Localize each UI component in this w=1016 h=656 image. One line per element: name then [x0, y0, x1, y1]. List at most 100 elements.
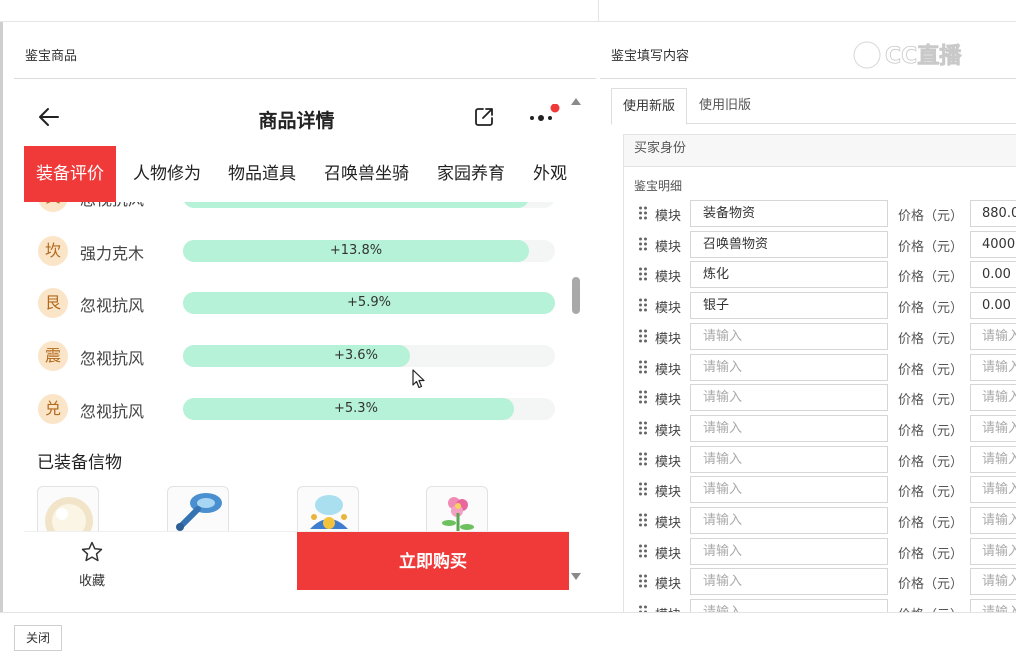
module-name-input[interactable]: 请输入 [690, 537, 888, 565]
stat-bar: +5.3% [183, 398, 555, 420]
drag-handle-icon[interactable] [638, 574, 648, 588]
right-panel-divider [600, 78, 1016, 79]
left-panel-divider [14, 78, 596, 79]
module-label: 模块 [655, 270, 682, 286]
scroll-up-arrow-icon[interactable] [571, 97, 581, 105]
top-strip [0, 0, 1016, 22]
trigram-badge: 兑 [38, 394, 68, 424]
module-row: 模块请输入价格（元）请输入 [624, 506, 1016, 537]
price-input[interactable]: 请输入 [970, 322, 1016, 350]
drag-handle-icon[interactable] [638, 329, 648, 343]
favorite-button[interactable]: 收藏 [60, 540, 124, 589]
pearl-item-icon[interactable] [37, 486, 99, 534]
drag-handle-icon[interactable] [638, 513, 648, 527]
tab-home[interactable]: 家园养育 [437, 146, 505, 202]
tab-appearance[interactable]: 外观 [533, 146, 567, 202]
price-label: 价格（元） [898, 209, 964, 224]
drag-handle-icon[interactable] [638, 544, 648, 558]
price-input[interactable]: 请输入 [970, 414, 1016, 442]
price-label: 价格（元） [898, 270, 964, 286]
drag-handle-icon[interactable] [638, 206, 648, 220]
module-name-input[interactable]: 银子 [690, 292, 888, 320]
drag-handle-icon[interactable] [638, 482, 648, 496]
module-label: 模块 [655, 546, 682, 562]
module-label: 模块 [655, 362, 682, 378]
equipped-items-title: 已装备信物 [37, 453, 122, 473]
bell-item-icon[interactable] [297, 486, 359, 534]
drag-handle-icon[interactable] [638, 452, 648, 466]
stat-row: 艮 忽视抗风 +5.9% [24, 284, 569, 324]
module-name-input[interactable]: 请输入 [690, 353, 888, 381]
share-icon[interactable] [472, 105, 496, 129]
drag-handle-icon[interactable] [638, 421, 648, 435]
top-strip-divider [598, 0, 599, 22]
drag-handle-icon[interactable] [638, 298, 648, 312]
price-input[interactable]: 请输入 [970, 353, 1016, 381]
buy-now-button[interactable]: 立即购买 [297, 532, 569, 590]
price-input[interactable]: 请输入 [970, 384, 1016, 412]
module-name-input[interactable]: 请输入 [690, 568, 888, 596]
drag-handle-icon[interactable] [638, 390, 648, 404]
module-name-input[interactable]: 请输入 [690, 322, 888, 350]
drag-handle-icon[interactable] [638, 237, 648, 251]
module-row: 模块请输入价格（元）请输入 [624, 353, 1016, 384]
stat-name: 忽视抗风 [80, 296, 145, 315]
tab-old-version[interactable]: 使用旧版 [688, 88, 762, 124]
price-input[interactable]: 4000.00 [970, 230, 1016, 258]
price-label: 价格（元） [898, 454, 964, 470]
flower-item-icon[interactable] [426, 486, 488, 534]
module-name-input[interactable]: 请输入 [690, 507, 888, 534]
module-name-input[interactable]: 请输入 [690, 384, 888, 412]
price-input[interactable]: 请输入 [970, 476, 1016, 504]
module-name-input[interactable]: 请输入 [690, 476, 888, 504]
module-row: 模块请输入价格（元）请输入 [624, 475, 1016, 506]
tab-items[interactable]: 物品道具 [228, 146, 296, 202]
price-input[interactable]: 请输入 [970, 537, 1016, 565]
drag-handle-icon[interactable] [638, 267, 648, 281]
appraisal-form: 买家身份 鉴宝明细 模块装备物资价格（元）880.00模块召唤兽物资价格（元）4… [623, 134, 1016, 614]
price-label: 价格（元） [898, 423, 964, 439]
left-panel-title: 鉴宝商品 [25, 49, 78, 64]
stat-value [183, 202, 529, 208]
tab-character-cultivation[interactable]: 人物修为 [133, 146, 201, 202]
dialog-footer: 关闭 [0, 612, 1016, 656]
purchase-bar: 收藏 立即购买 [24, 531, 569, 590]
module-label: 模块 [655, 331, 682, 347]
trigram-badge: 坎 [38, 236, 68, 266]
flute-item-icon[interactable] [167, 486, 229, 534]
price-input[interactable]: 880.00 [970, 200, 1016, 227]
stat-value: +3.6% [334, 348, 378, 363]
tab-new-version[interactable]: 使用新版 [611, 88, 688, 125]
module-label: 模块 [655, 485, 682, 501]
module-row: 模块 银子 价格（元） 0.00 [624, 291, 1016, 322]
right-panel-title: 鉴宝填写内容 [611, 49, 690, 64]
close-button[interactable]: 关闭 [14, 625, 62, 651]
tab-equipment-rating[interactable]: 装备评价 [24, 146, 116, 202]
module-name-input[interactable]: 炼化 [690, 261, 888, 289]
stat-bar: +3.6% [183, 345, 555, 367]
price-input[interactable]: 请输入 [970, 445, 1016, 473]
scrollbar-thumb[interactable] [572, 277, 580, 314]
price-input[interactable]: 0.00 [970, 261, 1016, 289]
tab-summon-mounts[interactable]: 召唤兽坐骑 [324, 146, 409, 202]
scroll-down-arrow-icon[interactable] [571, 573, 581, 581]
price-input[interactable]: 请输入 [970, 507, 1016, 534]
module-name-input[interactable]: 请输入 [690, 414, 888, 442]
drag-handle-icon[interactable] [638, 360, 648, 374]
module-name-input[interactable]: 请输入 [690, 445, 888, 473]
price-label: 价格（元） [898, 362, 964, 378]
stat-bar: +13.8% [183, 240, 555, 262]
window-left-edge [0, 22, 3, 612]
more-menu-icon[interactable] [527, 104, 561, 130]
price-input[interactable]: 0.00 [970, 292, 1016, 320]
category-tabs: 装备评价 人物修为 物品道具 召唤兽坐骑 家园养育 外观 [24, 146, 569, 202]
module-row: 模块请输入价格（元）请输入 [624, 567, 1016, 598]
notification-dot [550, 104, 560, 113]
module-row: 模块请输入价格（元）请输入 [624, 383, 1016, 414]
price-label: 价格（元） [898, 546, 964, 562]
module-name-input[interactable]: 装备物资 [690, 200, 888, 227]
module-name-input[interactable]: 召唤兽物资 [690, 230, 888, 258]
phone-preview: 商品详情 装备评价 人物修为 物品道具 召唤兽坐骑 家园养育 外观 巽 忽视抗风 [24, 86, 569, 590]
price-input[interactable]: 请输入 [970, 568, 1016, 596]
stat-name: 强力克木 [80, 244, 145, 263]
